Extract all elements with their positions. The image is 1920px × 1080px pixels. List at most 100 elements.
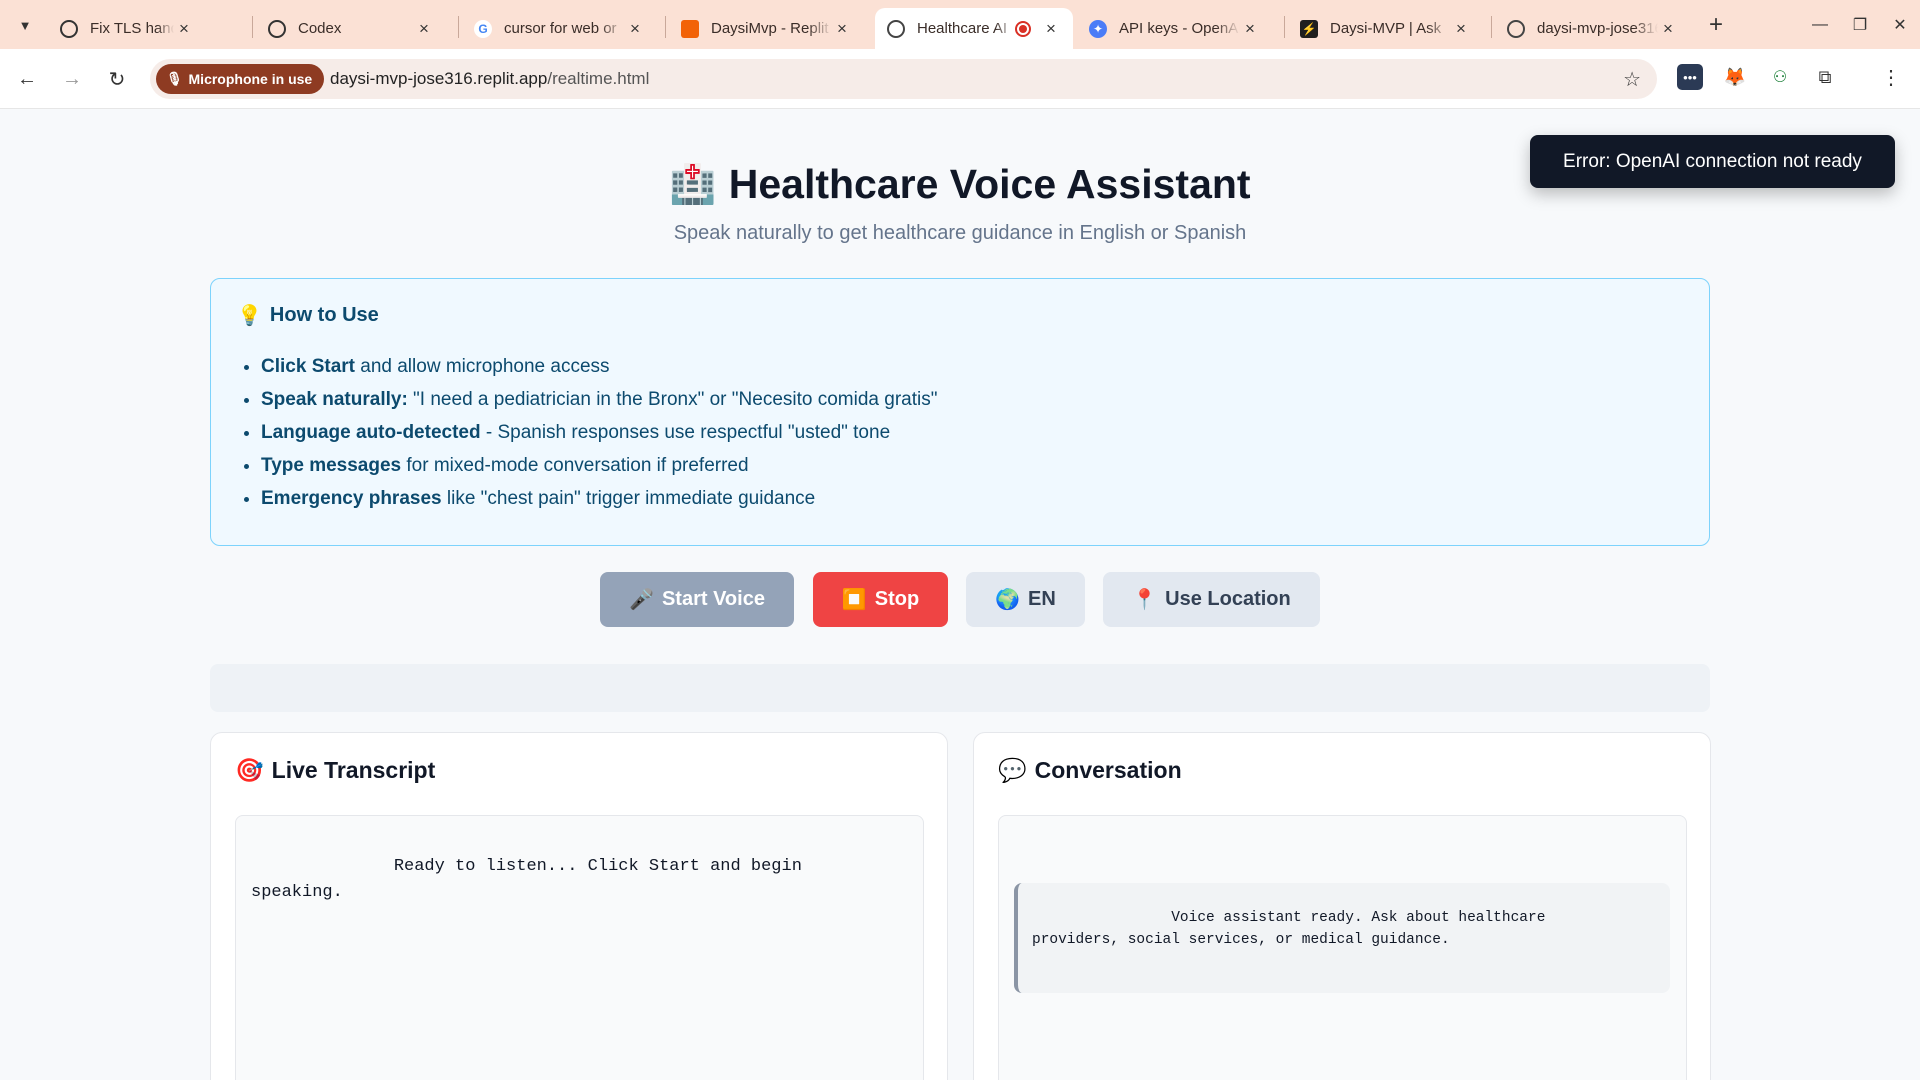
list-item-text: for mixed-mode conversation if preferred — [401, 455, 749, 476]
tab-daysi-mvp-ask[interactable]: ⚡ Daysi-MVP | Ask × — [1288, 8, 1483, 49]
list-item-bold: Type messages — [261, 455, 402, 476]
openai-icon — [60, 19, 78, 38]
password-manager-extension-icon[interactable]: ••• — [1677, 64, 1703, 90]
hospital-icon: 🏥 — [669, 163, 717, 206]
more-menu-icon[interactable]: ⋮ — [1878, 64, 1904, 90]
tab-daysi-mvp-site[interactable]: daysi-mvp-jose316 × — [1495, 8, 1690, 49]
language-label: EN — [1028, 588, 1056, 610]
forward-button[interactable]: → — [55, 63, 89, 95]
minimize-button[interactable]: — — [1800, 10, 1840, 40]
assistant-message: Voice assistant ready. Ask about healthc… — [1014, 883, 1670, 993]
list-item-bold: Click Start — [261, 356, 355, 377]
recording-icon — [1015, 20, 1031, 37]
tab-fix-tls[interactable]: Fix TLS handshake × — [48, 8, 206, 49]
target-icon: 🎯 — [235, 757, 264, 783]
speech-bubble-icon: 💬 — [998, 757, 1027, 783]
extension-icon[interactable]: ⚇ — [1767, 64, 1793, 90]
start-voice-button[interactable]: 🎤 Start Voice — [600, 572, 794, 627]
page-header: 🏥 Healthcare Voice Assistant Speak natur… — [0, 161, 1920, 245]
arrow-left-icon: ← — [17, 67, 37, 90]
google-icon: G — [474, 19, 492, 38]
mic-chip-label: Microphone in use — [188, 71, 313, 87]
status-bar — [210, 664, 1710, 712]
close-icon[interactable]: × — [625, 19, 645, 39]
list-item: Click Start and allow microphone access — [261, 350, 1683, 383]
conversation-title: Conversation — [1034, 757, 1182, 783]
how-to-use-list: Click Start and allow microphone access … — [237, 350, 1683, 515]
stop-button[interactable]: ⏹️ Stop — [813, 572, 948, 627]
lightbulb-icon: 💡 — [237, 305, 262, 327]
page-content: Error: OpenAI connection not ready 🏥 Hea… — [0, 109, 1920, 1080]
tab-divider — [458, 16, 459, 38]
location-pin-icon: 📍 — [1132, 589, 1158, 611]
tab-divider — [252, 16, 253, 38]
new-tab-button[interactable]: + — [1700, 10, 1732, 40]
tab-healthcare-ai[interactable]: Healthcare AI × — [875, 8, 1073, 49]
tab-title: daysi-mvp-jose316 — [1537, 20, 1658, 37]
list-item: Type messages for mixed-mode conversatio… — [261, 449, 1683, 482]
address-bar[interactable]: 🎙 Microphone in use daysi-mvp-jose316.re… — [150, 59, 1657, 99]
tab-google-search[interactable]: G cursor for web or × — [462, 8, 657, 49]
page-title: 🏥 Healthcare Voice Assistant — [669, 161, 1250, 208]
live-transcript-panel: 🎯 Live Transcript Ready to listen... Cli… — [210, 732, 948, 1080]
tab-title: Codex — [298, 20, 342, 37]
tab-search-menu-button[interactable]: ▼ — [10, 11, 40, 39]
bookmark-star-icon[interactable]: ☆ — [1623, 67, 1641, 92]
language-toggle-button[interactable]: 🌍 EN — [966, 572, 1085, 627]
replit-icon — [681, 19, 699, 38]
tab-replit[interactable]: DaysiMvp - Replit × — [669, 8, 864, 49]
metamask-extension-icon[interactable]: 🦊 — [1722, 64, 1748, 90]
page-subtitle: Speak naturally to get healthcare guidan… — [673, 222, 1247, 244]
arrow-right-icon: → — [62, 67, 82, 90]
conversation-panel: 💬 Conversation Voice assistant ready. As… — [973, 732, 1711, 1080]
tab-title: cursor for web or — [504, 20, 617, 37]
tab-title: Healthcare AI — [917, 20, 1008, 37]
close-window-button[interactable]: ✕ — [1880, 10, 1920, 40]
tab-title: Fix TLS handshake — [90, 20, 174, 37]
tab-divider — [665, 16, 666, 38]
close-icon[interactable]: × — [174, 19, 194, 39]
use-location-button[interactable]: 📍 Use Location — [1103, 572, 1320, 627]
list-item-text: "I need a pediatrician in the Bronx" or … — [407, 389, 938, 410]
reload-button[interactable]: ↻ — [100, 63, 134, 95]
microphone-icon: 🎙 — [166, 71, 183, 86]
list-item-bold: Language auto-detected — [261, 422, 481, 443]
browser-toolbar: ← → ↻ 🎙 Microphone in use daysi-mvp-jose… — [0, 49, 1920, 109]
url-text[interactable]: daysi-mvp-jose316.replit.app/realtime.ht… — [330, 69, 649, 89]
microphone-in-use-chip[interactable]: 🎙 Microphone in use — [156, 64, 325, 94]
globe-icon — [887, 19, 905, 38]
browser-tab-bar: ▼ Fix TLS handshake × Codex × G cursor f… — [0, 0, 1920, 49]
list-item-bold: Speak naturally: — [261, 389, 408, 410]
url-path: /realtime.html — [547, 69, 650, 88]
openai-icon: ✦ — [1089, 19, 1107, 38]
tab-title: DaysiMvp - Replit — [711, 20, 829, 37]
tab-openai-api-keys[interactable]: ✦ API keys - OpenAI × — [1077, 8, 1272, 49]
tab-codex[interactable]: Codex × — [256, 8, 446, 49]
list-item-text: like "chest pain" trigger immediate guid… — [441, 488, 816, 509]
url-host: daysi-mvp-jose316.replit.app — [330, 69, 548, 88]
close-icon[interactable]: × — [1240, 19, 1260, 39]
codex-icon — [268, 19, 286, 38]
how-to-use-heading: 💡 How to Use — [237, 303, 1683, 328]
reload-icon: ↻ — [108, 68, 126, 91]
tab-divider — [1284, 16, 1285, 38]
globe-icon: 🌍 — [995, 589, 1021, 611]
close-icon[interactable]: × — [414, 19, 434, 39]
extensions-puzzle-icon[interactable]: ⧉ — [1812, 64, 1838, 90]
list-item: Speak naturally: "I need a pediatrician … — [261, 383, 1683, 416]
restore-button[interactable]: ❐ — [1840, 10, 1880, 40]
start-voice-label: Start Voice — [661, 588, 765, 610]
close-icon[interactable]: × — [1451, 19, 1471, 39]
list-item: Language auto-detected - Spanish respons… — [261, 416, 1683, 449]
close-icon[interactable]: × — [1041, 19, 1061, 39]
back-button[interactable]: ← — [10, 63, 44, 95]
list-item-text: and allow microphone access — [354, 356, 610, 377]
close-icon[interactable]: × — [832, 19, 852, 39]
tab-divider — [1491, 16, 1492, 38]
list-item-text: - Spanish responses use respectful "uste… — [480, 422, 891, 443]
conversation-heading: 💬 Conversation — [998, 757, 1686, 784]
live-transcript-title: Live Transcript — [271, 757, 436, 783]
globe-icon — [1507, 19, 1525, 38]
stop-label: Stop — [874, 588, 920, 610]
close-icon[interactable]: × — [1658, 19, 1678, 39]
